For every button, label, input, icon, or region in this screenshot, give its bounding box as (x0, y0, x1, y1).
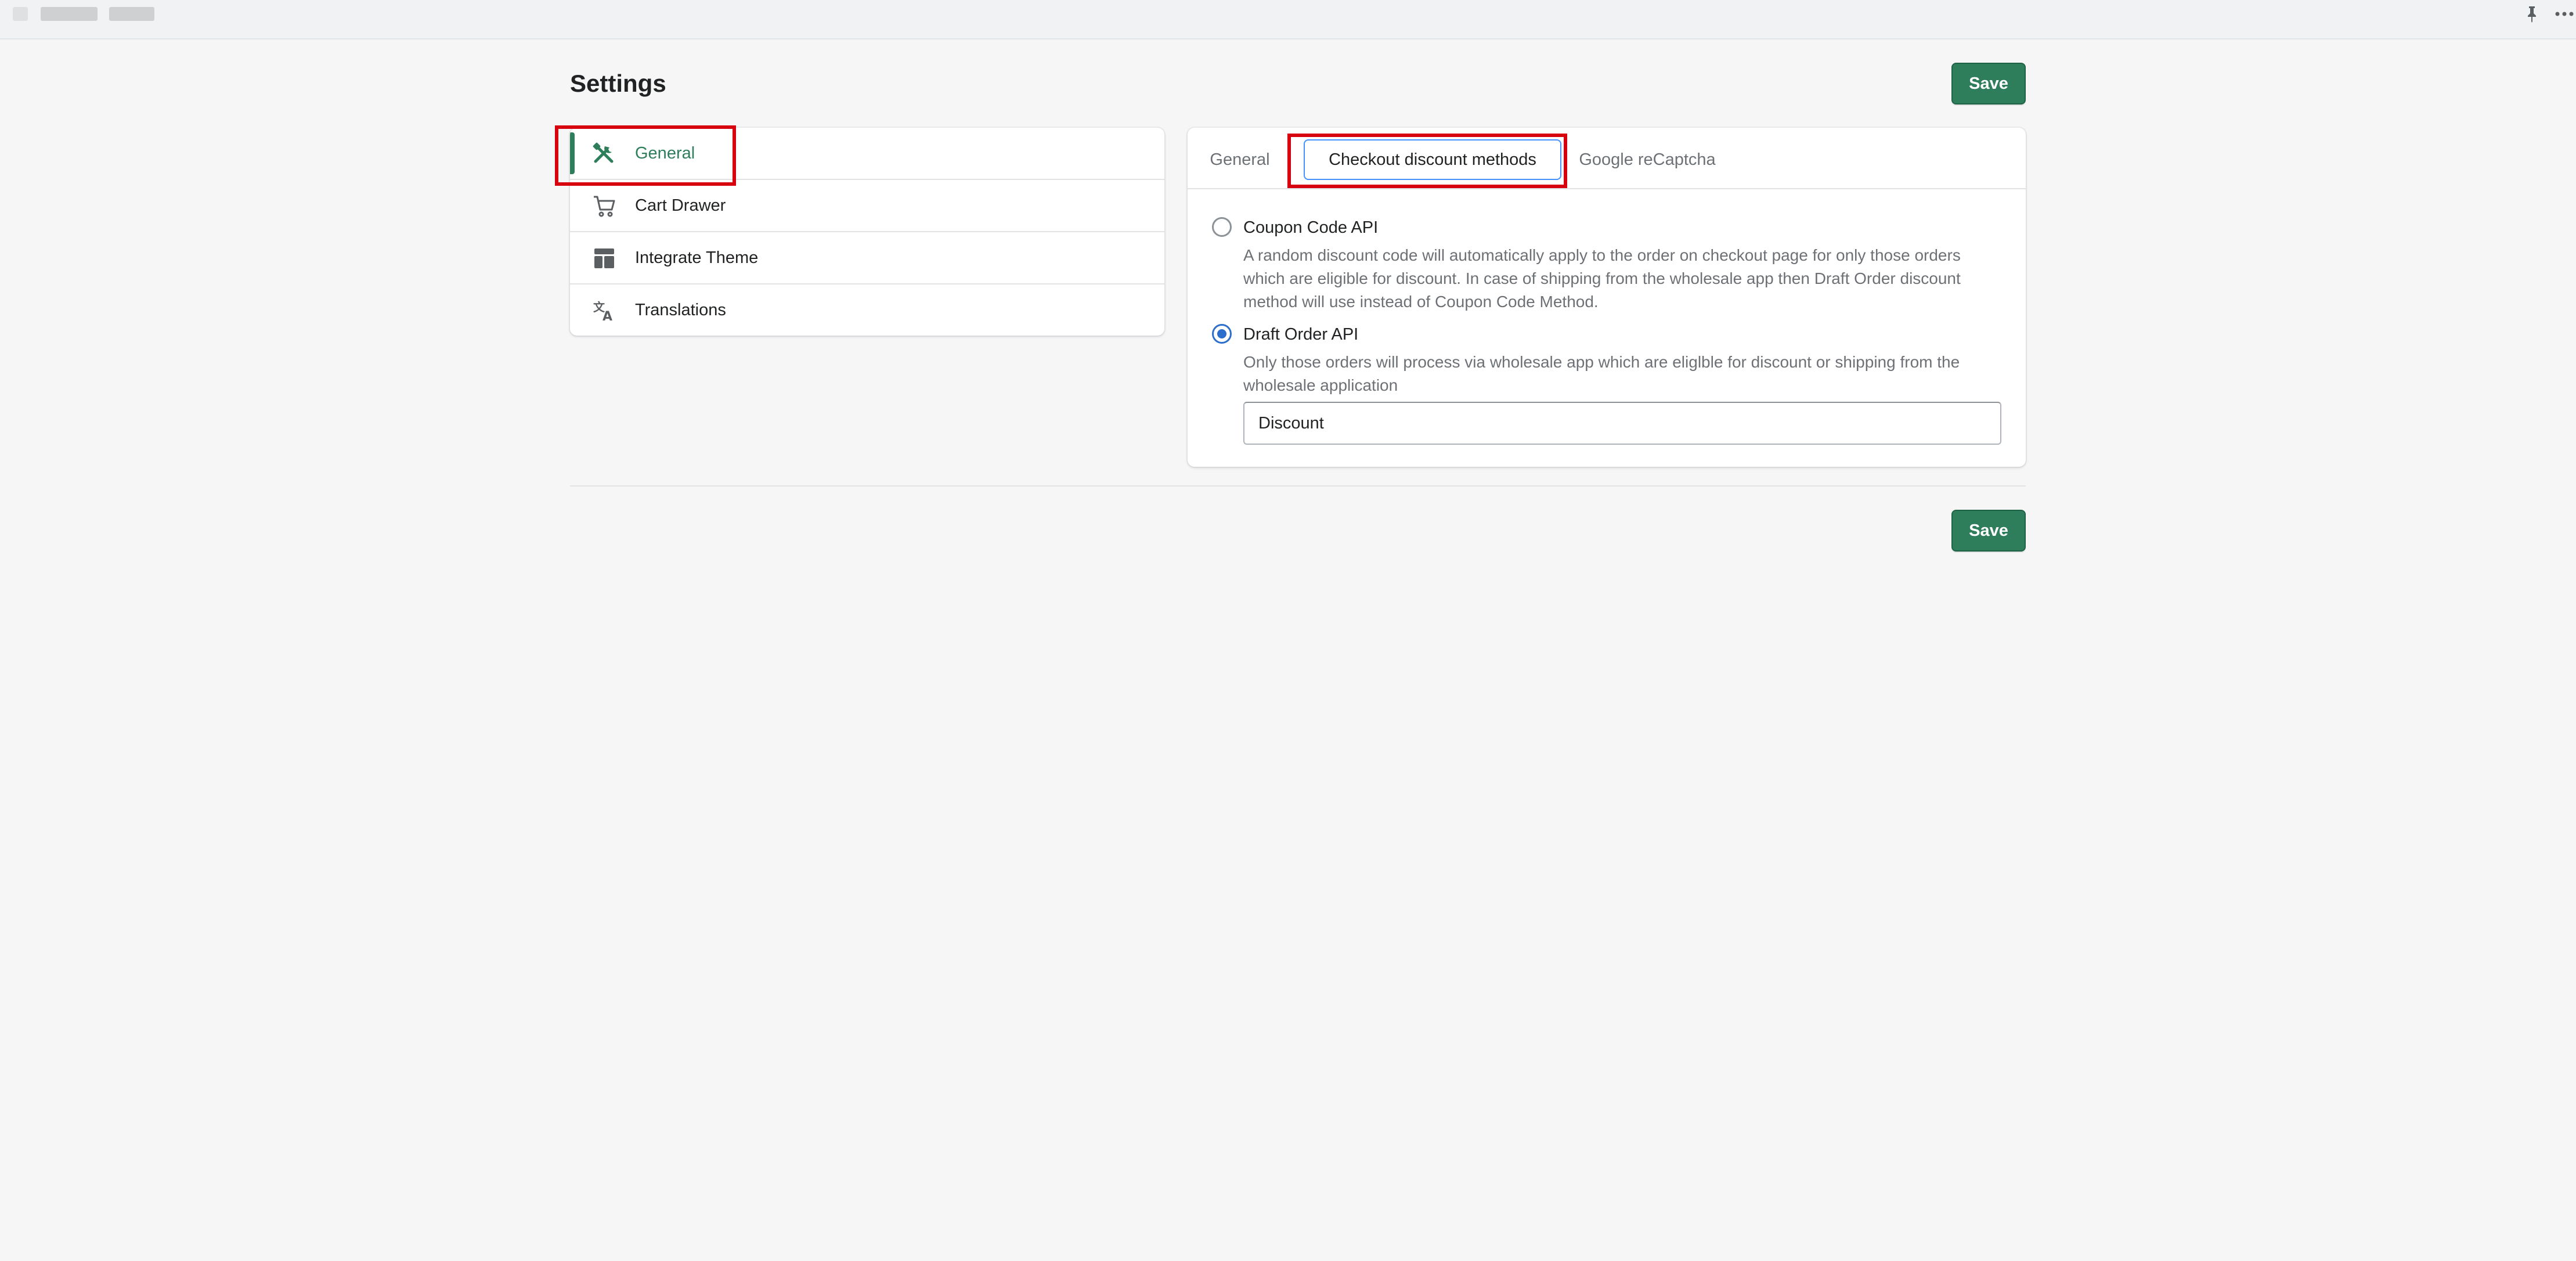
help-line: wholesale application (1243, 376, 1398, 394)
page-title: Settings (570, 70, 666, 97)
help-line: which are eligible for discount. In case… (1243, 269, 1961, 287)
help-line: A random discount code will automaticall… (1243, 246, 1961, 264)
nav-item-label: Translations (635, 300, 726, 319)
cart-icon (594, 196, 615, 217)
checkout-settings-card: General Checkout discount methods Google… (1188, 128, 2026, 467)
layout-icon (594, 248, 614, 268)
blurred-tab-text (109, 7, 154, 21)
divider (570, 485, 2026, 487)
tab-bar: General Checkout discount methods Google… (1188, 128, 2026, 189)
pin-icon[interactable] (2524, 5, 2540, 23)
save-button[interactable]: Save (1951, 63, 2026, 105)
discount-title-input[interactable] (1243, 402, 2001, 445)
nav-item-label: General (635, 143, 695, 163)
tab-checkout-discount-methods[interactable]: Checkout discount methods (1304, 139, 1561, 180)
browser-top-bar (0, 0, 2576, 39)
settings-nav: General Cart Drawer Integrate Theme 文 A … (570, 128, 1164, 336)
svg-text:A: A (602, 309, 612, 323)
tools-icon (593, 142, 614, 163)
tab-general[interactable]: General (1205, 139, 1275, 180)
blurred-tab-text (41, 7, 98, 21)
nav-item-translations[interactable]: 文 A Translations (570, 284, 1164, 336)
nav-item-general[interactable]: General (570, 128, 1164, 180)
nav-item-label: Integrate Theme (635, 248, 759, 267)
draft-order-help: Only those orders will process via whole… (1243, 351, 1960, 397)
draft-order-label: Draft Order API (1243, 325, 1359, 344)
more-horizontal-icon[interactable] (2553, 6, 2576, 22)
help-line: method will use instead of Coupon Code M… (1243, 293, 1599, 311)
tab-google-recaptcha[interactable]: Google reCaptcha (1571, 139, 1724, 180)
blurred-tab-icon (13, 7, 28, 21)
save-button-bottom[interactable]: Save (1951, 510, 2026, 552)
draft-order-radio[interactable] (1212, 324, 1232, 344)
coupon-code-radio[interactable] (1212, 217, 1232, 237)
help-line: Only those orders will process via whole… (1243, 353, 1960, 371)
nav-item-label: Cart Drawer (635, 196, 726, 215)
translate-icon: 文 A (593, 300, 612, 323)
coupon-code-help: A random discount code will automaticall… (1243, 244, 1961, 314)
nav-item-integrate-theme[interactable]: Integrate Theme (570, 232, 1164, 284)
nav-item-cart-drawer[interactable]: Cart Drawer (570, 180, 1164, 232)
coupon-code-label: Coupon Code API (1243, 218, 1379, 237)
